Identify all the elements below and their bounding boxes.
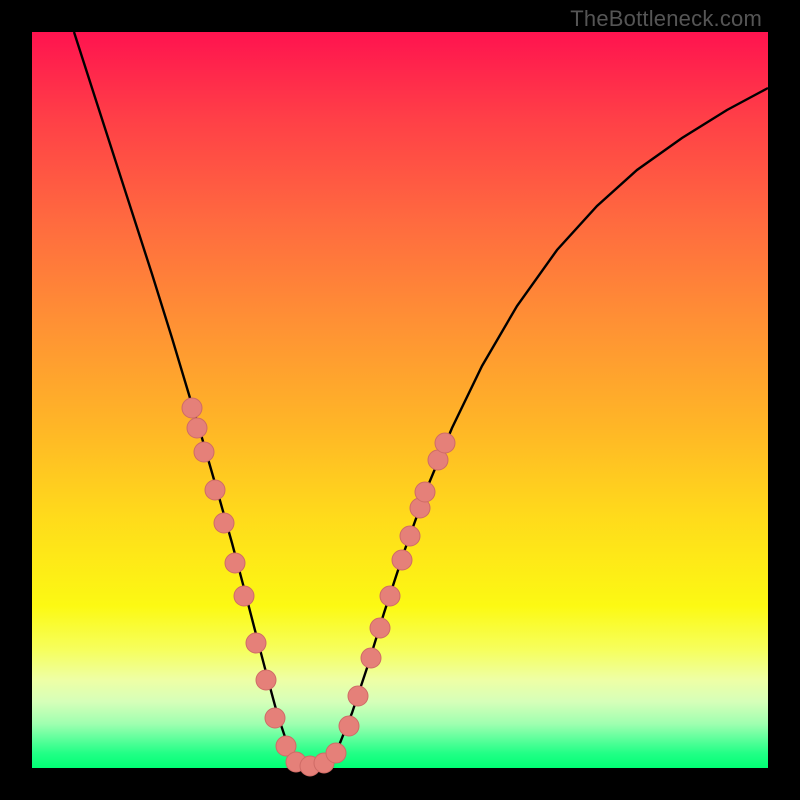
curve-marker [361, 648, 381, 668]
curve-marker [415, 482, 435, 502]
plot-area [32, 32, 768, 768]
curve-marker [225, 553, 245, 573]
curve-marker [246, 633, 266, 653]
chart-frame: TheBottleneck.com [0, 0, 800, 800]
curve-marker [435, 433, 455, 453]
curve-marker [234, 586, 254, 606]
curve-marker [400, 526, 420, 546]
curve-marker [182, 398, 202, 418]
bottleneck-curve [74, 32, 768, 766]
watermark-text: TheBottleneck.com [570, 6, 762, 32]
curve-markers [182, 398, 455, 776]
curve-layer [32, 32, 768, 768]
curve-marker [205, 480, 225, 500]
curve-marker [214, 513, 234, 533]
curve-marker [392, 550, 412, 570]
curve-marker [370, 618, 390, 638]
curve-marker [380, 586, 400, 606]
curve-marker [339, 716, 359, 736]
curve-marker [326, 743, 346, 763]
curve-marker [194, 442, 214, 462]
curve-marker [256, 670, 276, 690]
curve-marker [265, 708, 285, 728]
curve-marker [348, 686, 368, 706]
curve-marker [187, 418, 207, 438]
